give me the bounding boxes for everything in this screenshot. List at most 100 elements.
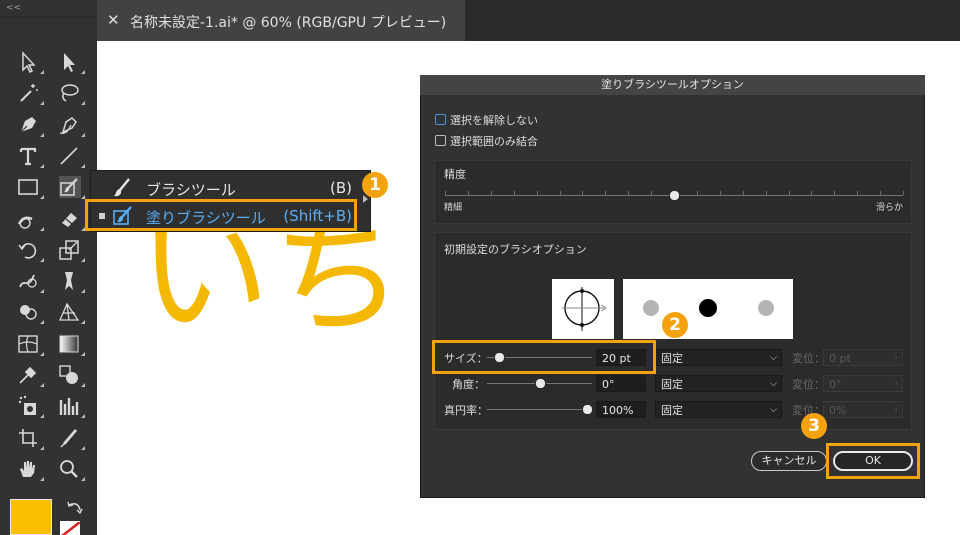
brush-shape-preview bbox=[552, 279, 614, 339]
fidelity-tick bbox=[903, 191, 904, 195]
pen-tool-icon[interactable] bbox=[16, 113, 44, 137]
hand-tool-icon[interactable] bbox=[16, 457, 44, 481]
flyout-item-label: ブラシツール bbox=[146, 181, 236, 199]
slice-tool-icon[interactable] bbox=[57, 426, 85, 450]
rotate-tool-icon[interactable] bbox=[16, 238, 44, 262]
type-tool-icon[interactable] bbox=[16, 144, 44, 168]
column-graph-tool-icon[interactable] bbox=[57, 394, 85, 419]
flyout-item-shortcut: (B) bbox=[330, 179, 352, 197]
step-badge-3: 3 bbox=[801, 413, 827, 439]
puppet-warp-tool-icon[interactable] bbox=[57, 269, 85, 294]
lasso-tool-icon[interactable] bbox=[57, 81, 85, 106]
tool-group-indicator-icon bbox=[40, 289, 44, 294]
merge-selection-checkbox[interactable] bbox=[435, 135, 446, 146]
stroke-color-swatch[interactable] bbox=[60, 521, 80, 535]
angle-variation-input: 0° › bbox=[823, 375, 903, 392]
perspective-grid-tool-icon[interactable] bbox=[57, 300, 85, 325]
flyout-item-paintbrush[interactable]: ブラシツール (B) bbox=[91, 174, 372, 202]
angle-label: 角度： bbox=[452, 378, 485, 391]
fidelity-tick bbox=[559, 191, 561, 195]
angle-slider-knob[interactable] bbox=[535, 378, 546, 389]
fidelity-tick bbox=[467, 191, 469, 195]
fidelity-tick bbox=[742, 191, 744, 195]
roundness-mode-select[interactable]: 固定 ⌵ bbox=[655, 401, 782, 418]
tool-group-indicator-icon bbox=[81, 476, 85, 481]
tool-group-indicator-icon bbox=[40, 70, 44, 74]
blob-brush-tool-icon[interactable] bbox=[57, 175, 85, 200]
artboard-tool-icon[interactable] bbox=[16, 426, 44, 450]
tool-group-indicator-icon bbox=[40, 320, 44, 325]
curvature-tool-icon[interactable] bbox=[57, 113, 85, 137]
line-segment-tool-icon[interactable] bbox=[57, 144, 85, 168]
close-tab-icon[interactable]: ✕ bbox=[107, 11, 120, 29]
tool-group-indicator-icon bbox=[81, 414, 85, 419]
tool-group-indicator-icon bbox=[40, 476, 44, 481]
tool-group-indicator-icon bbox=[40, 163, 44, 168]
cancel-button[interactable]: キャンセル bbox=[751, 451, 827, 471]
tool-group-indicator-icon bbox=[81, 383, 85, 387]
roundness-label: 真円率： bbox=[444, 404, 488, 417]
angle-mode-select[interactable]: 固定 ⌵ bbox=[655, 375, 782, 392]
collapse-panel-button[interactable]: << bbox=[6, 3, 21, 13]
tool-group-indicator-icon bbox=[81, 163, 85, 168]
fidelity-tick bbox=[628, 191, 630, 195]
fidelity-tick bbox=[765, 191, 767, 195]
mesh-tool-icon[interactable] bbox=[16, 332, 44, 356]
fidelity-tick bbox=[880, 191, 882, 195]
swap-fill-stroke-icon[interactable] bbox=[66, 500, 84, 520]
angle-input[interactable]: 0° bbox=[596, 375, 646, 392]
fidelity-min-label: 精細 bbox=[444, 203, 463, 213]
keep-selected-label: 選択を解除しない bbox=[450, 114, 538, 127]
scale-tool-icon[interactable] bbox=[57, 238, 85, 262]
fidelity-tick bbox=[811, 191, 813, 195]
tool-group-indicator-icon bbox=[81, 132, 85, 137]
fidelity-slider-knob[interactable] bbox=[669, 190, 680, 201]
direct-selection-tool-icon[interactable] bbox=[57, 50, 85, 74]
roundness-input[interactable]: 100% bbox=[596, 401, 646, 418]
rectangle-tool-icon[interactable] bbox=[16, 175, 44, 200]
paintbrush-icon bbox=[111, 176, 135, 200]
symbol-sprayer-tool-icon[interactable] bbox=[16, 394, 44, 419]
size-mode-select[interactable]: 固定 ⌵ bbox=[655, 349, 782, 366]
none-color-icon bbox=[61, 521, 80, 535]
tool-group-indicator-icon bbox=[81, 70, 85, 74]
size-mode-value: 固定 bbox=[661, 352, 683, 365]
eyedropper-tool-icon[interactable] bbox=[16, 363, 44, 387]
tool-group-indicator-icon bbox=[40, 383, 44, 387]
magic-wand-tool-icon[interactable] bbox=[16, 81, 44, 106]
chevron-right-icon: › bbox=[894, 353, 898, 363]
keep-selected-checkbox[interactable] bbox=[435, 114, 446, 125]
selection-tool-icon[interactable] bbox=[16, 50, 44, 74]
shaper-tool-icon[interactable] bbox=[16, 207, 44, 231]
brush-angle-roundness-icon bbox=[562, 287, 607, 331]
warp-tool-icon[interactable] bbox=[16, 269, 44, 294]
fill-color-swatch[interactable] bbox=[10, 499, 52, 535]
tool-group-indicator-icon bbox=[81, 101, 85, 106]
blend-tool-icon[interactable] bbox=[57, 363, 85, 387]
eraser-tool-icon[interactable] bbox=[57, 207, 85, 231]
size-variation-value: 0 pt bbox=[829, 352, 851, 365]
zoom-tool-icon[interactable] bbox=[57, 457, 85, 481]
roundness-slider-knob[interactable] bbox=[582, 404, 593, 415]
roundness-slider-track[interactable] bbox=[487, 409, 592, 410]
tool-group-indicator-icon bbox=[81, 445, 85, 450]
brush-size-dots-icon bbox=[643, 299, 774, 317]
fidelity-tick bbox=[513, 191, 515, 195]
gradient-tool-icon[interactable] bbox=[57, 332, 85, 356]
tool-group-indicator-icon bbox=[81, 257, 85, 262]
fidelity-tick bbox=[605, 191, 607, 195]
step-badge-1: 1 bbox=[362, 172, 388, 198]
tool-group-indicator-icon bbox=[40, 414, 44, 419]
tool-group-indicator-icon bbox=[40, 226, 44, 231]
tool-group-indicator-icon bbox=[40, 195, 44, 200]
highlight-ok bbox=[826, 443, 920, 479]
shape-builder-tool-icon[interactable] bbox=[16, 300, 44, 325]
brush-size-preview bbox=[623, 279, 793, 339]
angle-variation-value: 0° bbox=[829, 378, 842, 391]
fidelity-max-label: 滑らか bbox=[876, 203, 904, 213]
chevron-down-icon: ⌵ bbox=[770, 379, 777, 389]
tool-group-indicator-icon bbox=[40, 351, 44, 356]
fidelity-tick bbox=[582, 191, 584, 195]
tool-group-indicator-icon bbox=[40, 445, 44, 450]
tool-group-indicator-icon bbox=[81, 351, 85, 356]
